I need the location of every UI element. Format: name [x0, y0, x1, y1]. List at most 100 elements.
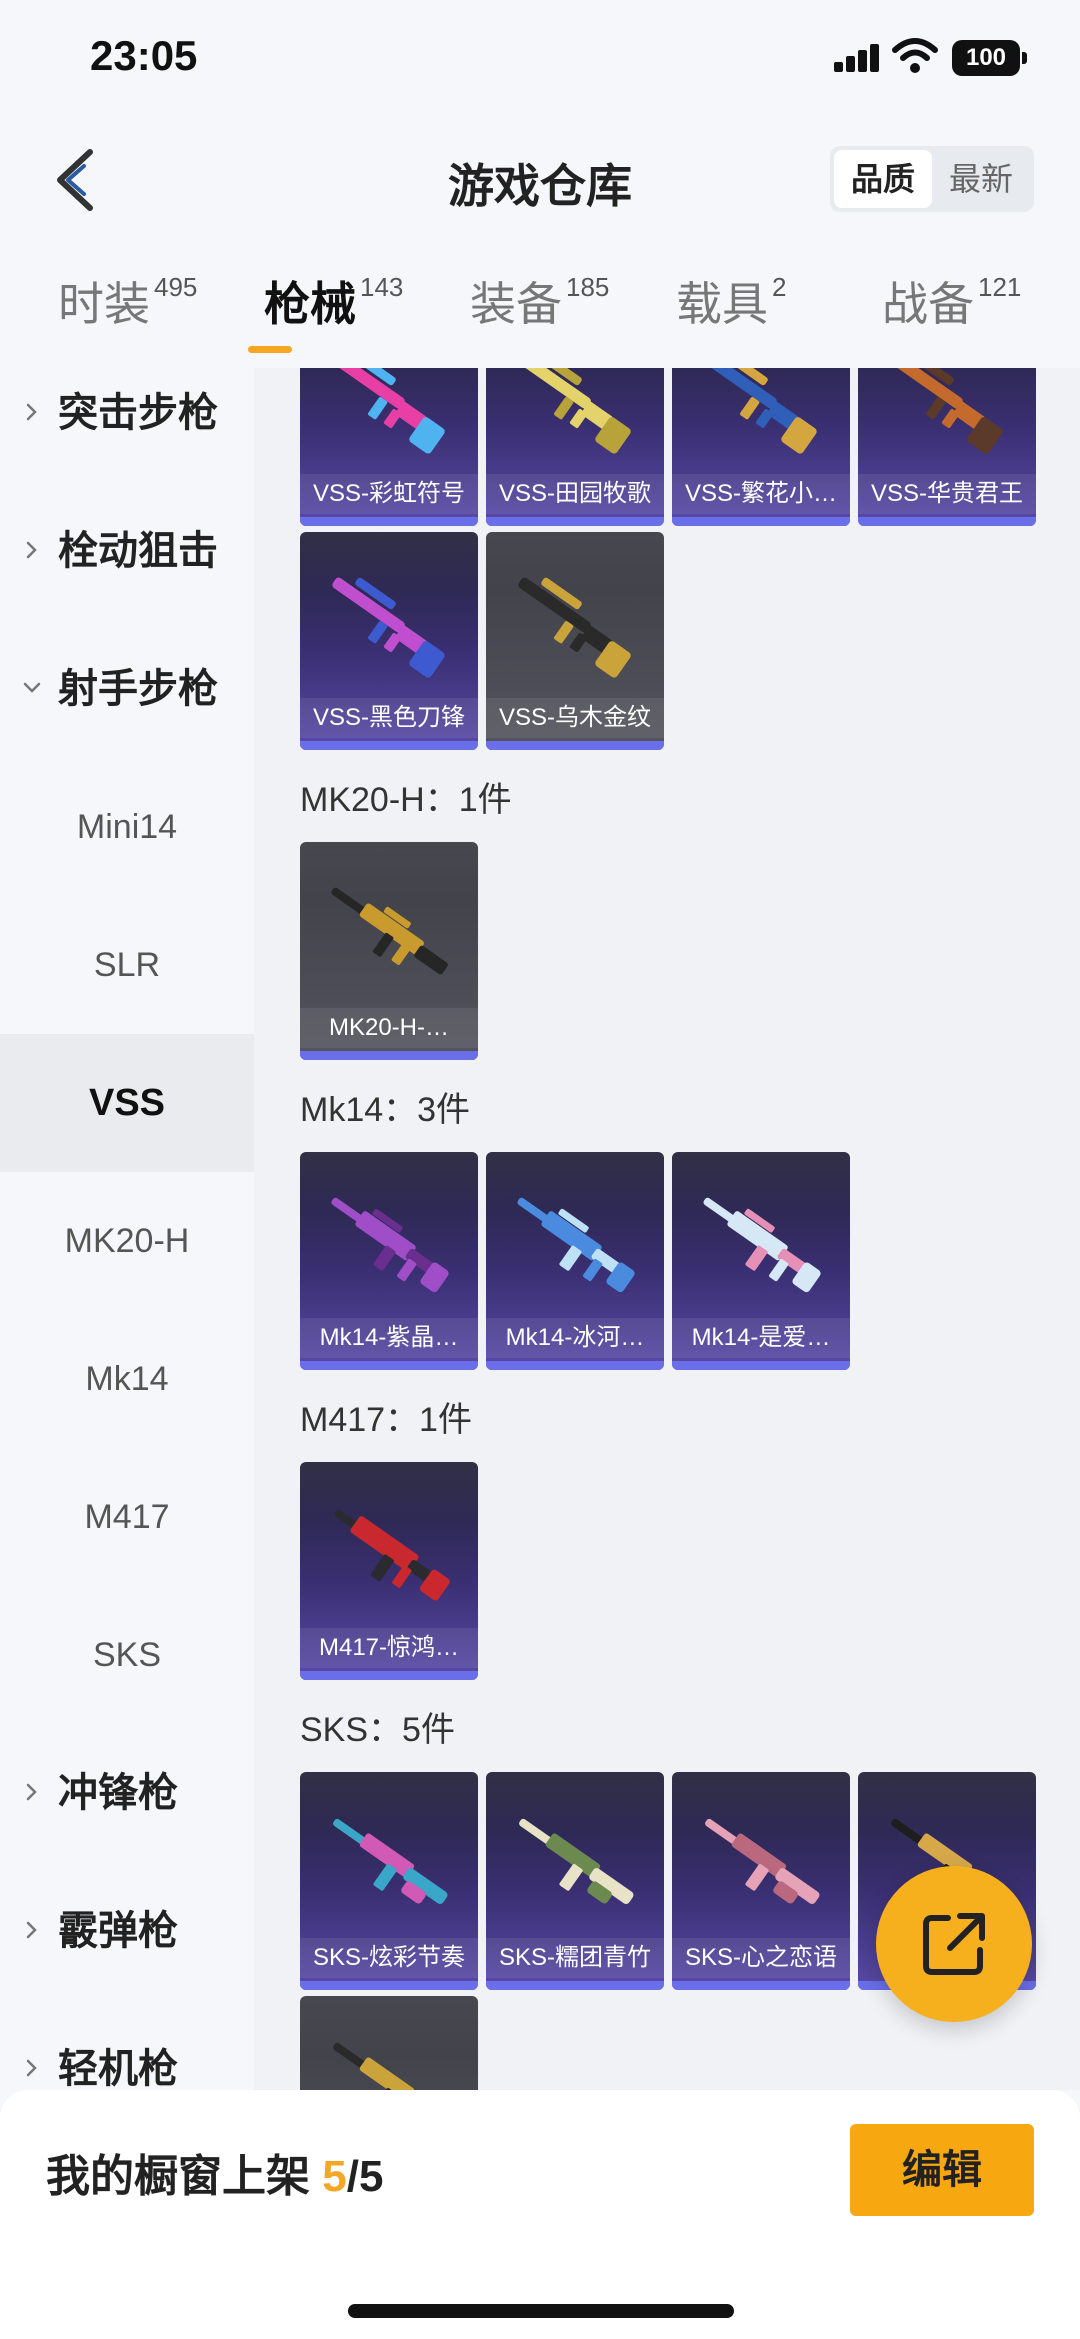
weapon-image [333, 2042, 415, 2090]
showcase-total: 5 [358, 2152, 384, 2201]
sidebar-item[interactable]: 冲锋枪 [0, 1724, 254, 1862]
weapon-name: SKS-糯团青竹 [486, 1938, 664, 1978]
chevron-right-icon [26, 403, 37, 421]
rarity-bar [300, 1051, 478, 1060]
tab-fashion[interactable]: 时装 495 [58, 268, 197, 368]
sidebar-item[interactable]: 霰弹枪 [0, 1862, 254, 2000]
chevron-right-icon [26, 1921, 37, 1939]
rarity-bar [300, 1981, 478, 1990]
sidebar-item-label: 射手步枪 [58, 667, 218, 711]
rarity-bar [486, 1981, 664, 1990]
sidebar-item-label: VSS [88, 1082, 166, 1124]
weapon-name: SKS-心之恋语 [672, 1938, 850, 1978]
tab-equipment[interactable]: 装备 185 [470, 268, 609, 368]
weapon-image [703, 1197, 821, 1293]
weapon-image [333, 1818, 448, 1904]
weapon-card[interactable]: SKS-糯团青竹 [486, 1772, 664, 1990]
weapon-type-sidebar: 突击步枪栓动狙击射手步枪 Mini14 SLR VSS MK20-H Mk14 M417 SK… [0, 368, 254, 2090]
rarity-bar [300, 1671, 478, 1680]
tab-firearms[interactable]: 枪械 143 [247, 268, 403, 368]
rarity-bar [486, 517, 664, 526]
sidebar-item-label: 轻机枪 [58, 2047, 178, 2090]
weapon-name: Mk14-紫晶… [300, 1318, 478, 1358]
tab-label: 枪械 [264, 278, 356, 330]
showcase-bar: 我的橱窗上架 5/5 编辑 [0, 2090, 1080, 2339]
weapon-card[interactable]: Mk14-紫晶… [300, 1152, 478, 1370]
sidebar-item[interactable]: 栓动狙击 [0, 482, 254, 620]
sort-quality-button[interactable]: 品质 [834, 150, 932, 208]
share-icon [923, 1913, 985, 1975]
weapon-card[interactable]: VSS-乌木金纹 [486, 532, 664, 750]
tab-count: 2 [772, 272, 787, 302]
tab-vehicles[interactable]: 载具 2 [676, 268, 786, 368]
showcase-count: 5 [322, 2152, 347, 2201]
weapon-group-title: MK20-H：1件 [300, 781, 512, 819]
weapon-group-title: SKS：5件 [300, 1711, 455, 1749]
weapon-name: VSS-乌木金纹 [486, 698, 664, 738]
battery-icon: 100 [952, 40, 1027, 76]
weapon-card[interactable]: M417-惊鸿… [300, 1462, 478, 1680]
status-bar: 23:05 100 [0, 0, 1080, 120]
sidebar-item[interactable]: 轻机枪 [0, 2000, 254, 2090]
weapon-image [331, 887, 448, 975]
weapon-card[interactable]: Mk14-冰河… [486, 1152, 664, 1370]
weapon-card[interactable]: VSS-彩虹符号 [300, 368, 478, 526]
weapon-image [331, 1197, 449, 1293]
tab-label: 战备 [882, 278, 974, 330]
sidebar-item[interactable]: SKS [0, 1586, 254, 1724]
weapon-card[interactable]: SKS-炫彩节奏 [300, 1772, 478, 1990]
category-tabs: 时装 495 枪械 143 装备 185 载具 2 战备 121 [0, 268, 1080, 368]
sidebar-item-label: 冲锋枪 [58, 1771, 178, 1815]
weapon-name: VSS-黑色刀锋 [300, 698, 478, 738]
edit-button[interactable]: 编辑 [850, 2124, 1034, 2216]
sidebar-item-label: Mk14 [85, 1360, 169, 1398]
weapon-name: MK20-H-… [300, 1008, 478, 1048]
nav-bar: 游戏仓库 品质 最新 [0, 130, 1080, 230]
sidebar-item[interactable]: 射手步枪 [0, 620, 254, 758]
sort-newest-button[interactable]: 最新 [932, 150, 1030, 208]
showcase-status: 我的橱窗上架 5/5 [46, 2140, 383, 2204]
weapon-card[interactable]: VSS-繁花小… [672, 368, 850, 526]
weapon-name: Mk14-是爱… [672, 1318, 850, 1358]
weapon-name: Mk14-冰河… [486, 1318, 664, 1358]
weapon-image [332, 577, 445, 678]
weapon-card[interactable] [300, 1996, 478, 2090]
tab-count: 185 [566, 272, 610, 302]
weapon-card[interactable]: MK20-H-… [300, 842, 478, 1060]
sidebar-item[interactable]: MK20-H [0, 1172, 254, 1310]
sidebar-item[interactable]: SLR [0, 896, 254, 1034]
weapon-image [518, 577, 631, 678]
weapon-card[interactable]: Mk14-是爱… [672, 1152, 850, 1370]
rarity-bar [486, 1361, 664, 1370]
sidebar-item[interactable]: 突击步枪 [0, 368, 254, 482]
sidebar-item[interactable]: M417 [0, 1448, 254, 1586]
share-button[interactable] [876, 1866, 1032, 2022]
weapon-grid: VSS-彩虹符号 VSS-田园牧歌 VSS-繁花小… VSS-华贵君王 VSS-黑色刀锋… [254, 368, 1080, 2090]
sidebar-item[interactable]: VSS [0, 1034, 254, 1172]
weapon-card[interactable]: VSS-田园牧歌 [486, 368, 664, 526]
sidebar-item-label: SLR [93, 946, 161, 984]
showcase-separator: / [346, 2152, 359, 2201]
rarity-bar [300, 741, 478, 750]
sidebar-item[interactable]: Mk14 [0, 1310, 254, 1448]
tab-count: 121 [978, 272, 1022, 302]
chevron-right-icon [26, 2059, 37, 2077]
sidebar-item-label: 栓动狙击 [58, 529, 218, 573]
weapon-group-title: Mk14：3件 [300, 1091, 471, 1129]
tab-count: 495 [154, 272, 198, 302]
tab-label: 时装 [58, 278, 150, 330]
weapon-image [334, 1510, 450, 1601]
weapon-card[interactable]: SKS-心之恋语 [672, 1772, 850, 1990]
tab-supplies[interactable]: 战备 121 [882, 268, 1021, 368]
showcase-label: 我的橱窗上架 [46, 2152, 310, 2201]
sidebar-item-label: MK20-H [64, 1222, 190, 1260]
sidebar-item-label: 霰弹枪 [58, 1909, 178, 1953]
weapon-image [890, 368, 1003, 454]
weapon-image [519, 1818, 634, 1904]
chevron-down-icon [23, 682, 41, 693]
rarity-bar [486, 741, 664, 750]
weapon-card[interactable]: VSS-华贵君王 [858, 368, 1036, 526]
weapon-image [332, 368, 445, 454]
sidebar-item[interactable]: Mini14 [0, 758, 254, 896]
weapon-card[interactable]: VSS-黑色刀锋 [300, 532, 478, 750]
